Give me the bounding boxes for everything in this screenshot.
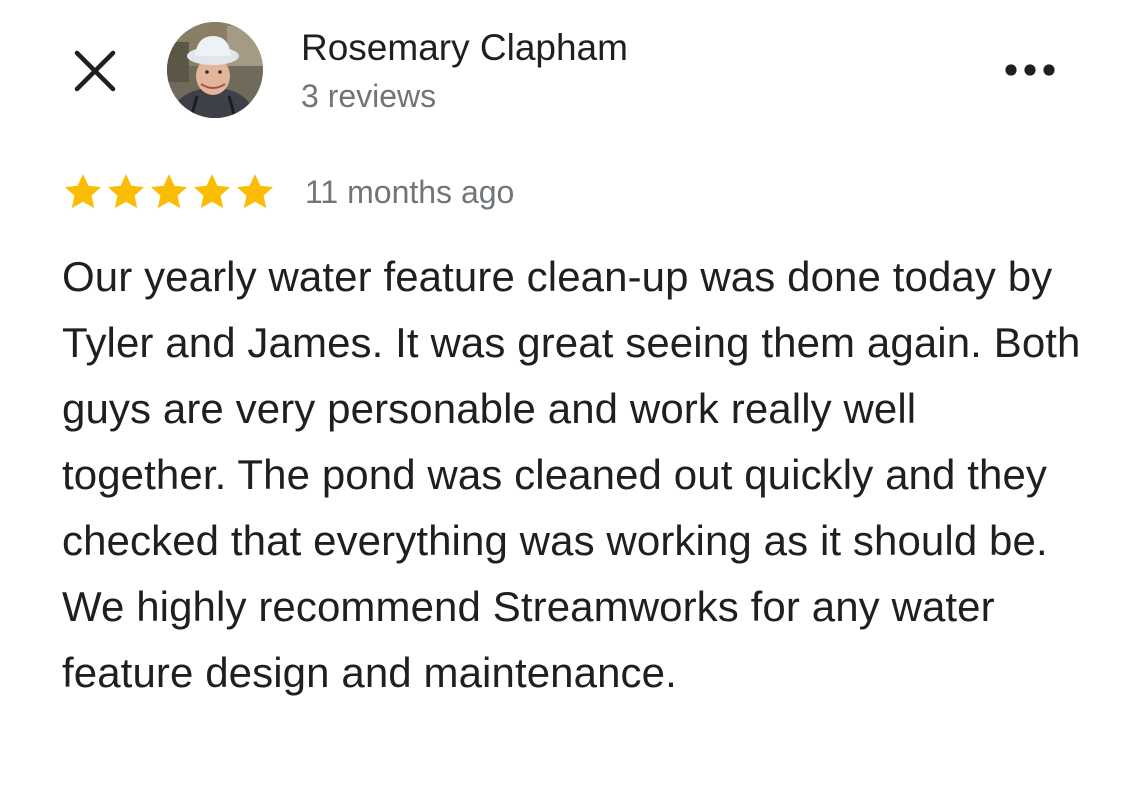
- close-button[interactable]: [62, 42, 128, 100]
- more-options-button[interactable]: [992, 46, 1068, 94]
- author-name[interactable]: Rosemary Clapham: [301, 24, 628, 72]
- star-rating: [62, 168, 277, 216]
- star-icon: [107, 174, 145, 209]
- close-icon: [74, 50, 116, 92]
- avatar[interactable]: [167, 22, 263, 118]
- star-icon: [64, 174, 102, 209]
- review-header: Rosemary Clapham 3 reviews: [0, 0, 1125, 140]
- star-icon: [150, 174, 188, 209]
- review-count: 3 reviews: [301, 78, 437, 114]
- star-icon: [236, 174, 274, 209]
- review-text: Our yearly water feature clean-up was do…: [62, 253, 1081, 696]
- rating-row: 11 months ago: [62, 168, 514, 216]
- star-icon: [193, 174, 231, 209]
- more-horizontal-icon: [1005, 64, 1055, 76]
- review-timestamp: 11 months ago: [305, 174, 515, 210]
